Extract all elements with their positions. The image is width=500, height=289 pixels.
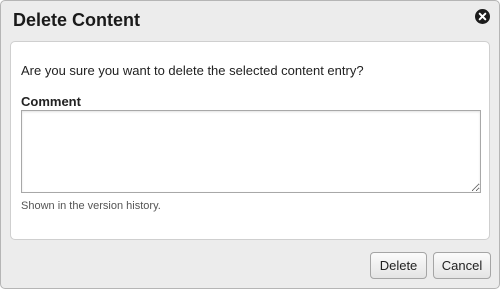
- dialog-titlebar: Delete Content: [1, 1, 499, 39]
- delete-button[interactable]: Delete: [370, 252, 427, 279]
- comment-label: Comment: [21, 94, 81, 109]
- close-icon[interactable]: [475, 9, 490, 24]
- delete-content-dialog: Delete Content Are you sure you want to …: [0, 0, 500, 289]
- cancel-button[interactable]: Cancel: [433, 252, 491, 279]
- comment-hint: Shown in the version history.: [21, 200, 161, 212]
- dialog-title: Delete Content: [13, 10, 141, 30]
- dialog-body: Are you sure you want to delete the sele…: [10, 41, 490, 240]
- confirmation-message: Are you sure you want to delete the sele…: [21, 63, 364, 78]
- comment-textarea[interactable]: [21, 110, 481, 193]
